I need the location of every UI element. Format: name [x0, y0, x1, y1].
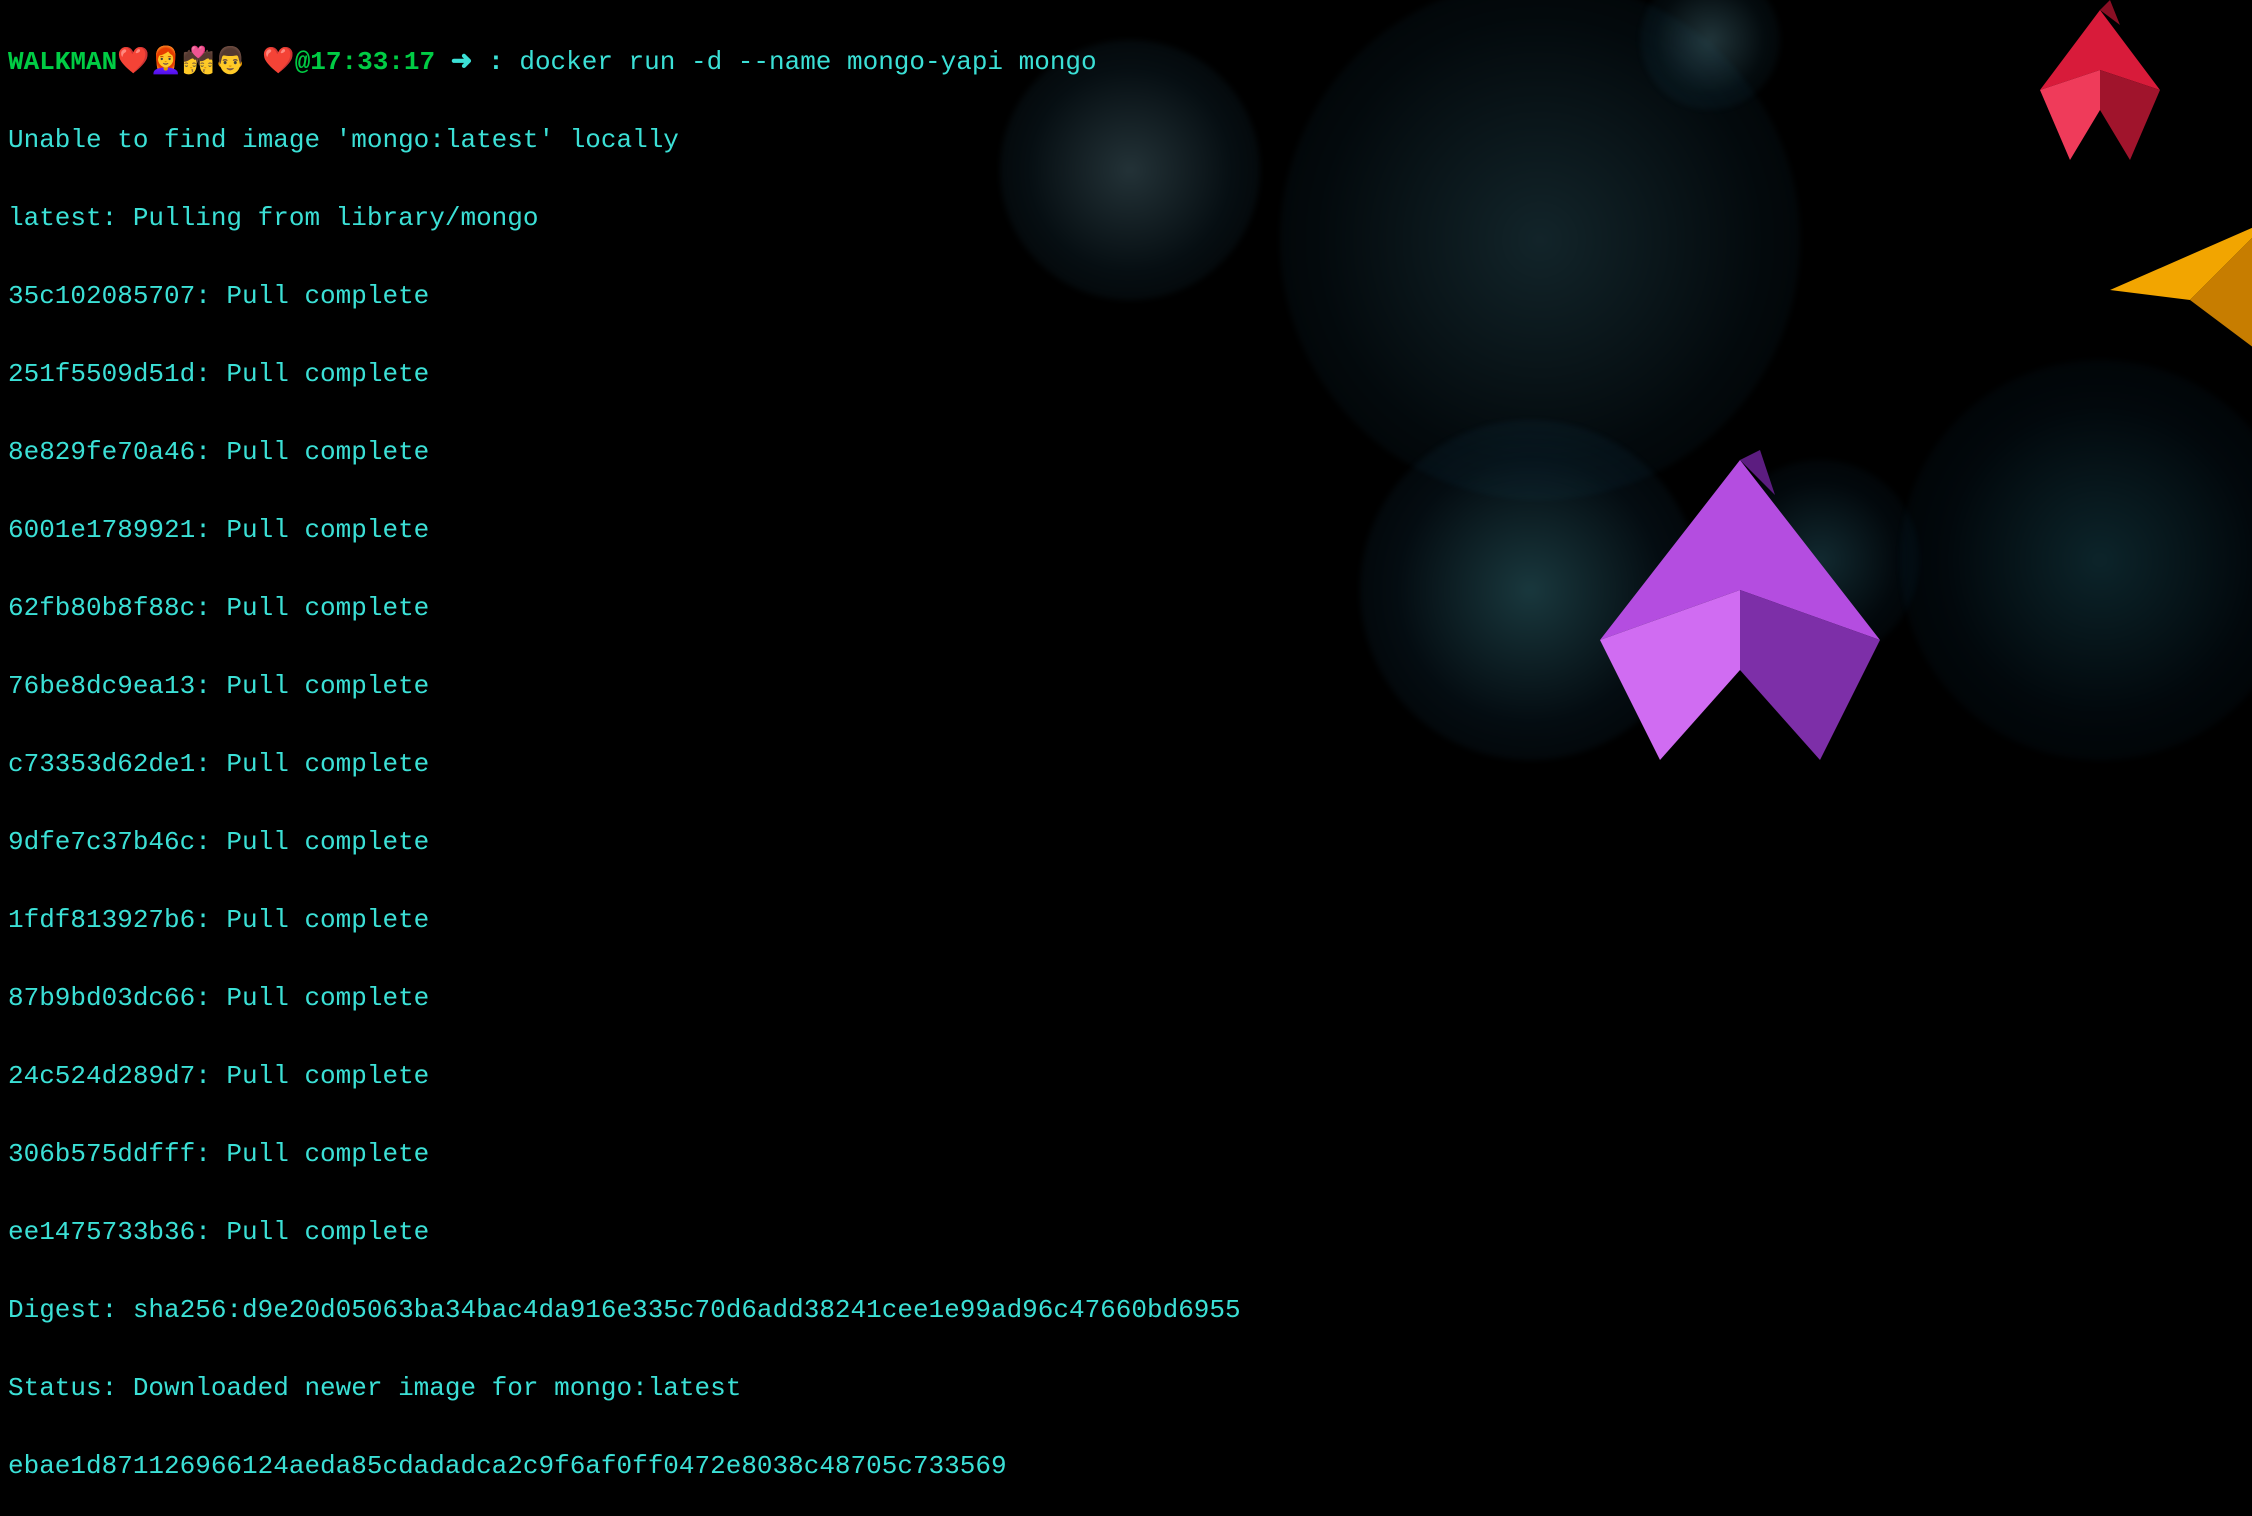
prompt-emoji: ❤️👩‍🦰💏👨 ❤️	[117, 47, 294, 77]
output-layer: 306b575ddfff: Pull complete	[8, 1135, 2244, 1174]
prompt-host: WALKMAN	[8, 47, 117, 77]
output-layer: 35c102085707: Pull complete	[8, 277, 2244, 316]
output-layer: c73353d62de1: Pull complete	[8, 745, 2244, 784]
output-layer: 76be8dc9ea13: Pull complete	[8, 667, 2244, 706]
output-layer: 87b9bd03dc66: Pull complete	[8, 979, 2244, 1018]
output-layer: 1fdf813927b6: Pull complete	[8, 901, 2244, 940]
prompt-line: WALKMAN❤️👩‍🦰💏👨 ❤️@17:33:17 ➜ : docker ru…	[8, 43, 2244, 82]
output-layer: 24c524d289d7: Pull complete	[8, 1057, 2244, 1096]
prompt-time: @17:33:17	[295, 47, 435, 77]
terminal-output[interactable]: WALKMAN❤️👩‍🦰💏👨 ❤️@17:33:17 ➜ : docker ru…	[0, 0, 2252, 1516]
output-container-id: ebae1d871126966124aeda85cdadadca2c9f6af0…	[8, 1447, 2244, 1486]
prompt-arrow: ➜ :	[451, 47, 504, 77]
output-layer: 251f5509d51d: Pull complete	[8, 355, 2244, 394]
output-layer: 9dfe7c37b46c: Pull complete	[8, 823, 2244, 862]
output-layer: 8e829fe70a46: Pull complete	[8, 433, 2244, 472]
output-digest: Digest: sha256:d9e20d05063ba34bac4da916e…	[8, 1291, 2244, 1330]
output-line: Unable to find image 'mongo:latest' loca…	[8, 121, 2244, 160]
command-text: docker run -d --name mongo-yapi mongo	[519, 47, 1096, 77]
output-status: Status: Downloaded newer image for mongo…	[8, 1369, 2244, 1408]
output-line: latest: Pulling from library/mongo	[8, 199, 2244, 238]
output-layer: 6001e1789921: Pull complete	[8, 511, 2244, 550]
output-layer: 62fb80b8f88c: Pull complete	[8, 589, 2244, 628]
output-layer: ee1475733b36: Pull complete	[8, 1213, 2244, 1252]
